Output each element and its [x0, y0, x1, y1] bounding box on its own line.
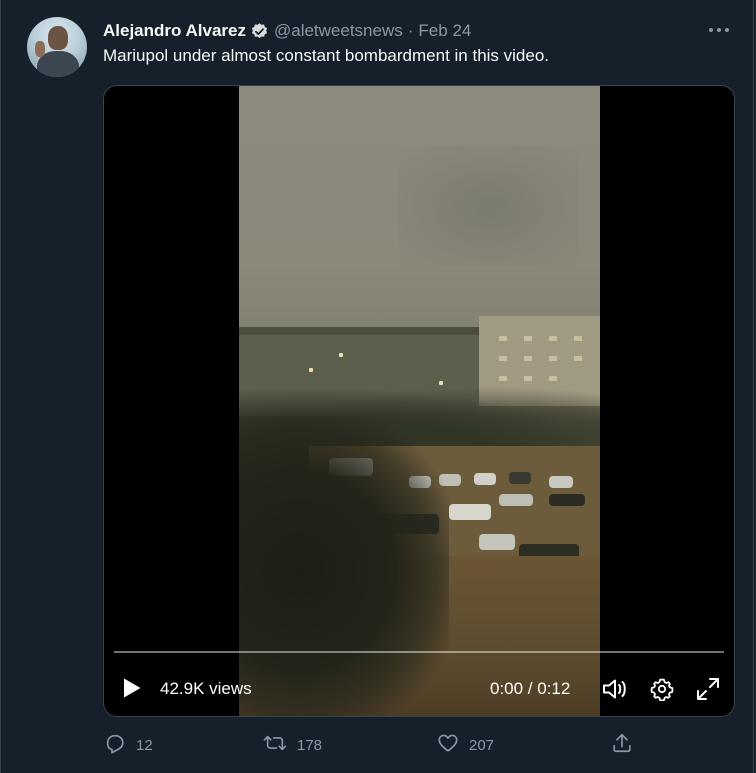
- video-window: [524, 376, 532, 381]
- video-car: [549, 476, 573, 488]
- settings-gear-icon[interactable]: [649, 676, 675, 702]
- video-window: [499, 336, 507, 341]
- video-window-light: [309, 368, 313, 372]
- video-time: 0:00 / 0:12: [490, 679, 571, 698]
- video-player[interactable]: 42.9K views 0:00 / 0:12: [103, 85, 735, 717]
- verified-badge-icon: [250, 22, 269, 41]
- share-button[interactable]: [611, 732, 633, 759]
- video-car: [474, 473, 496, 485]
- author-handle[interactable]: @aletweetsnews: [274, 21, 403, 41]
- avatar[interactable]: [27, 17, 87, 77]
- video-window: [574, 356, 582, 361]
- like-icon: [437, 732, 459, 759]
- video-window-light: [339, 353, 343, 357]
- tweet-header: Alejandro Alvarez @aletweetsnews · Feb 2…: [103, 20, 471, 42]
- video-progress-bar[interactable]: [114, 651, 724, 653]
- like-count: 207: [469, 737, 495, 754]
- video-frame: [239, 86, 600, 716]
- tweet-date[interactable]: Feb 24: [418, 21, 471, 41]
- video-building-roof: [239, 327, 479, 335]
- volume-icon[interactable]: [602, 676, 628, 702]
- reply-button[interactable]: 12: [104, 732, 153, 759]
- video-window: [549, 376, 557, 381]
- play-icon[interactable]: [120, 676, 144, 700]
- tweet-card[interactable]: Alejandro Alvarez @aletweetsnews · Feb 2…: [0, 0, 754, 773]
- avatar-hand-shape: [35, 41, 45, 57]
- like-button[interactable]: 207: [437, 732, 494, 759]
- video-car: [509, 472, 531, 484]
- video-window: [499, 356, 507, 361]
- reply-count: 12: [136, 737, 153, 754]
- avatar-head-shape: [48, 26, 68, 50]
- fullscreen-icon[interactable]: [695, 676, 721, 702]
- video-window: [499, 376, 507, 381]
- tweet-actions: 12 178 207: [1, 732, 753, 758]
- video-car: [449, 504, 491, 520]
- video-sky: [399, 146, 579, 266]
- video-window: [549, 336, 557, 341]
- retweet-button[interactable]: 178: [263, 732, 322, 759]
- retweet-count: 178: [297, 737, 323, 754]
- reply-icon: [104, 732, 126, 759]
- video-car: [549, 494, 585, 506]
- video-car: [479, 534, 515, 550]
- video-foreground-tree: [239, 416, 449, 716]
- video-window: [549, 356, 557, 361]
- video-window-light: [439, 381, 443, 385]
- video-window: [574, 336, 582, 341]
- tweet-text: Mariupol under almost constant bombardme…: [103, 46, 550, 65]
- video-car: [499, 494, 533, 506]
- video-view-count: 42.9K views: [160, 679, 252, 698]
- author-name[interactable]: Alejandro Alvarez: [103, 21, 246, 41]
- video-window: [524, 336, 532, 341]
- retweet-icon: [263, 732, 287, 759]
- header-separator: ·: [407, 21, 414, 40]
- video-window: [524, 356, 532, 361]
- share-icon: [611, 732, 633, 759]
- more-icon[interactable]: [705, 18, 733, 42]
